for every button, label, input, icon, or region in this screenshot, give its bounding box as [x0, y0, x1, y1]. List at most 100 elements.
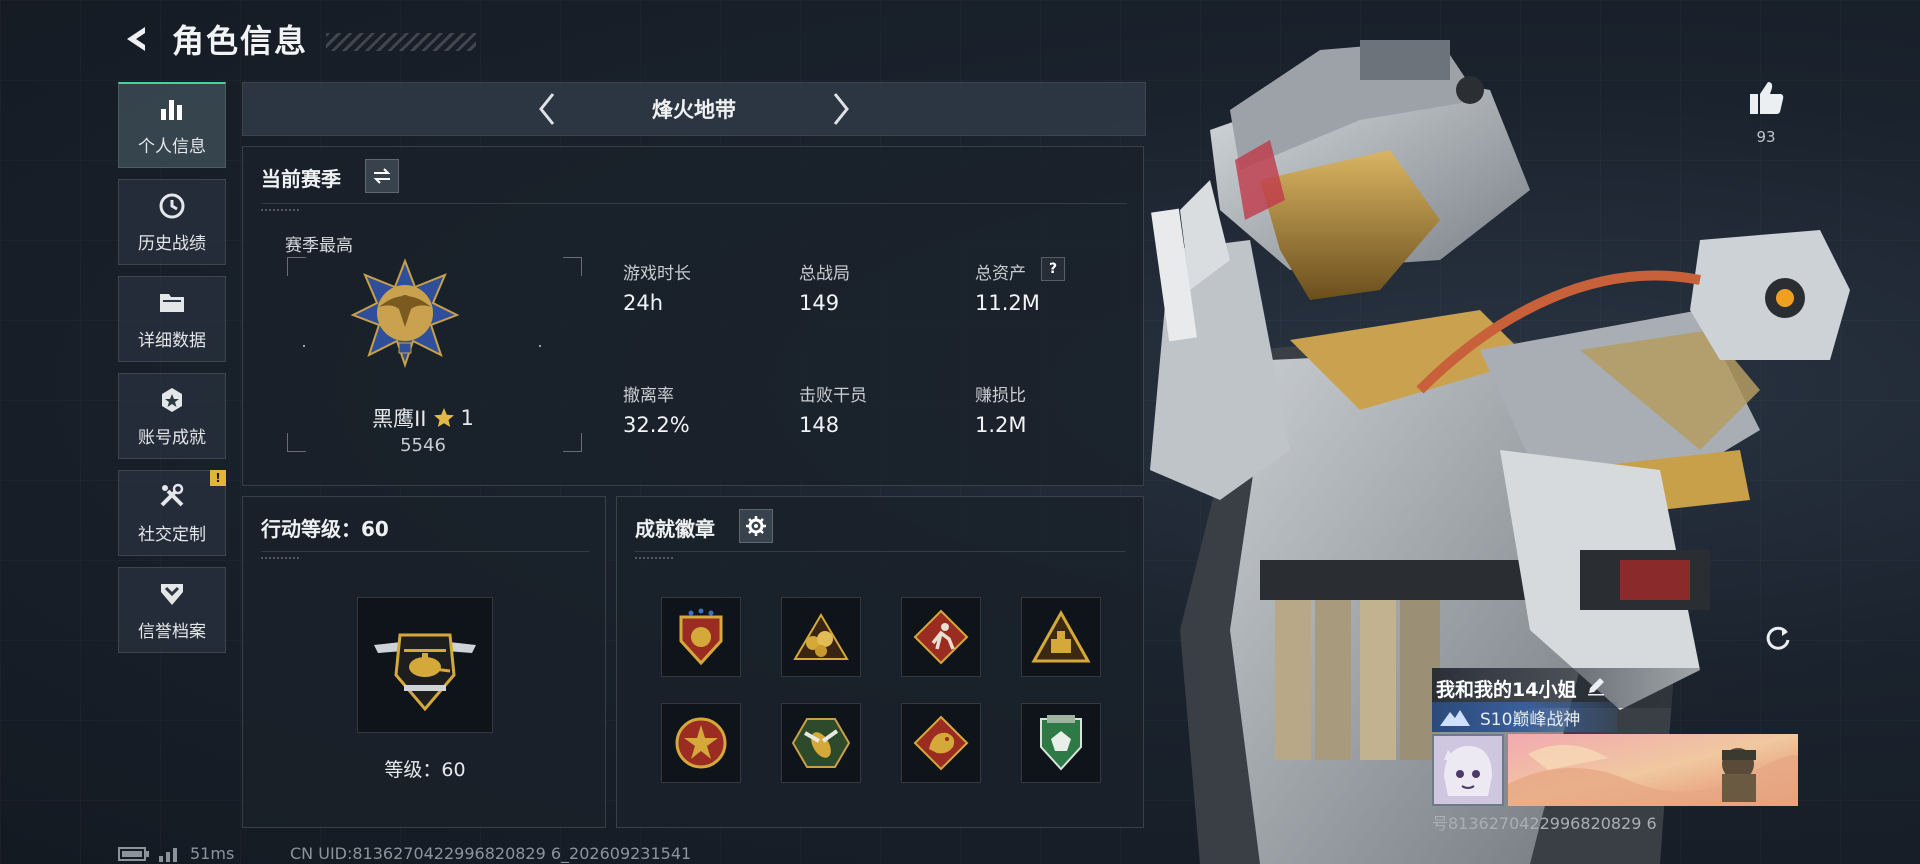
action-level-panel: 行动等级：60 等级：60: [242, 496, 606, 828]
avatar-image-icon: [1434, 736, 1502, 804]
signal-icon: [159, 847, 177, 862]
frame-corner: [287, 257, 306, 276]
action-level-text: 等级：60: [384, 759, 466, 781]
action-level-emblem: [357, 597, 493, 733]
season-best-label: 赛季最高: [285, 236, 353, 256]
divider-dash: [261, 557, 299, 559]
stat-label: 撤离率: [623, 386, 674, 406]
like-group: 93: [1744, 78, 1788, 146]
back-button[interactable]: [118, 19, 158, 59]
rank-points: 5546: [400, 435, 446, 456]
stat-value: 24h: [623, 291, 664, 315]
stat-label: 赚损比: [975, 386, 1026, 406]
battery-icon: [118, 846, 149, 861]
star-icon: [433, 408, 454, 427]
achievement-badge[interactable]: [781, 597, 861, 677]
gear-icon: [746, 516, 766, 536]
stat-value: 149: [799, 291, 840, 315]
mode-prev-button[interactable]: [529, 91, 565, 127]
supply-triangle-badge-icon: [1031, 609, 1091, 663]
runner-diamond-badge-icon: [913, 609, 969, 665]
edit-name-button[interactable]: [1586, 676, 1606, 700]
mode-title: 烽火地带: [652, 98, 736, 122]
title-badge-text: S10巅峰战神: [1480, 709, 1581, 730]
avatar[interactable]: [1432, 734, 1504, 806]
stat-value: 11.2M: [975, 291, 1040, 315]
banner-art-icon: [1508, 734, 1798, 806]
badge-grid: [661, 597, 1101, 783]
sidebar-item-label: 详细数据: [138, 330, 206, 351]
achievement-badge[interactable]: [1021, 703, 1101, 783]
pencil-icon: [1588, 678, 1605, 696]
profile-uid: 号8136270422996820829 6: [1432, 814, 1657, 833]
back-arrow-icon: [127, 27, 145, 51]
stat-label: 游戏时长: [623, 264, 691, 284]
status-bar: 51ms: [118, 844, 234, 863]
clock-history-icon: [157, 191, 187, 221]
title-badge: S10巅峰战神: [1432, 702, 1617, 732]
gold-nuggets-badge-icon: [793, 613, 849, 660]
stat-label: 总资产: [975, 264, 1026, 284]
achievement-badge[interactable]: [661, 597, 741, 677]
season-switch-button[interactable]: [365, 159, 399, 193]
sidebar-item-label: 账号成就: [138, 427, 206, 448]
alert-badge: !: [210, 470, 226, 486]
page-title: 角色信息: [172, 22, 309, 60]
like-button[interactable]: [1746, 78, 1786, 122]
refresh-icon: [1766, 626, 1790, 650]
sidebar: 个人信息 历史战绩 详细数据 账号成就 ! 社交定制 信誉档案: [118, 82, 228, 664]
page-header: 角色信息: [118, 18, 477, 60]
stat-value: 148: [799, 413, 840, 437]
bar-chart-icon: [157, 94, 187, 124]
divider: [261, 203, 1127, 204]
dragon-diamond-badge-icon: [913, 715, 969, 771]
achievement-title: 成就徽章: [635, 517, 715, 541]
frame-corner: [563, 257, 582, 276]
frame-dot: [303, 345, 305, 347]
mode-next-button[interactable]: [823, 91, 859, 127]
folder-icon: [157, 288, 187, 318]
peak-emblem-icon: [1440, 710, 1470, 726]
achievement-badge[interactable]: [661, 703, 741, 783]
chevron-right-icon: [833, 93, 849, 125]
sidebar-item-personal-info[interactable]: 个人信息: [118, 82, 226, 168]
shield-stars-badge-icon: [679, 608, 723, 666]
season-title: 当前赛季: [261, 167, 341, 191]
frame-corner: [563, 433, 582, 452]
hornet-hexagon-badge-icon: [791, 718, 851, 768]
rotate-button[interactable]: [1758, 618, 1798, 658]
action-level-title: 行动等级：60: [261, 517, 389, 541]
achievement-badge[interactable]: [781, 703, 861, 783]
achievement-settings-button[interactable]: [739, 509, 773, 543]
sidebar-item-label: 个人信息: [138, 137, 206, 157]
divider-dash: [261, 209, 299, 211]
achievement-badge[interactable]: [901, 703, 981, 783]
divider: [261, 551, 589, 552]
frame-dot: [539, 345, 541, 347]
wrench-tools-icon: [157, 482, 187, 512]
season-panel: 当前赛季 赛季最高 黑鹰II 1 5546 游戏时长 24h 总战局 149 总…: [242, 146, 1144, 486]
ping-value: 51ms: [190, 844, 235, 863]
star-medal-badge-icon: [675, 717, 727, 769]
sidebar-item-social-customize[interactable]: ! 社交定制: [118, 470, 226, 556]
helicopter-wings-icon: [374, 633, 476, 712]
rank-emblem-icon: [350, 258, 460, 369]
achievement-badge[interactable]: [1021, 597, 1101, 677]
mode-selector: 烽火地带: [242, 82, 1146, 136]
sidebar-item-credit-record[interactable]: 信誉档案: [118, 567, 226, 653]
sidebar-item-label: 信誉档案: [138, 621, 206, 642]
shield-chevron-icon: [157, 579, 187, 609]
chevron-left-icon: [539, 93, 555, 125]
achievement-badge[interactable]: [901, 597, 981, 677]
sidebar-item-account-achievements[interactable]: 账号成就: [118, 373, 226, 459]
divider-dash: [635, 557, 673, 559]
swap-arrows-icon: [373, 168, 391, 184]
sidebar-item-detailed-data[interactable]: 详细数据: [118, 276, 226, 362]
stat-value: 32.2%: [623, 413, 690, 437]
like-count: 93: [1756, 128, 1776, 146]
player-name: 我和我的14小姐: [1436, 678, 1577, 701]
help-button[interactable]: ?: [1041, 257, 1065, 281]
rank-stars: 1: [460, 406, 474, 430]
stat-value: 1.2M: [975, 413, 1027, 437]
sidebar-item-history[interactable]: 历史战绩: [118, 179, 226, 265]
